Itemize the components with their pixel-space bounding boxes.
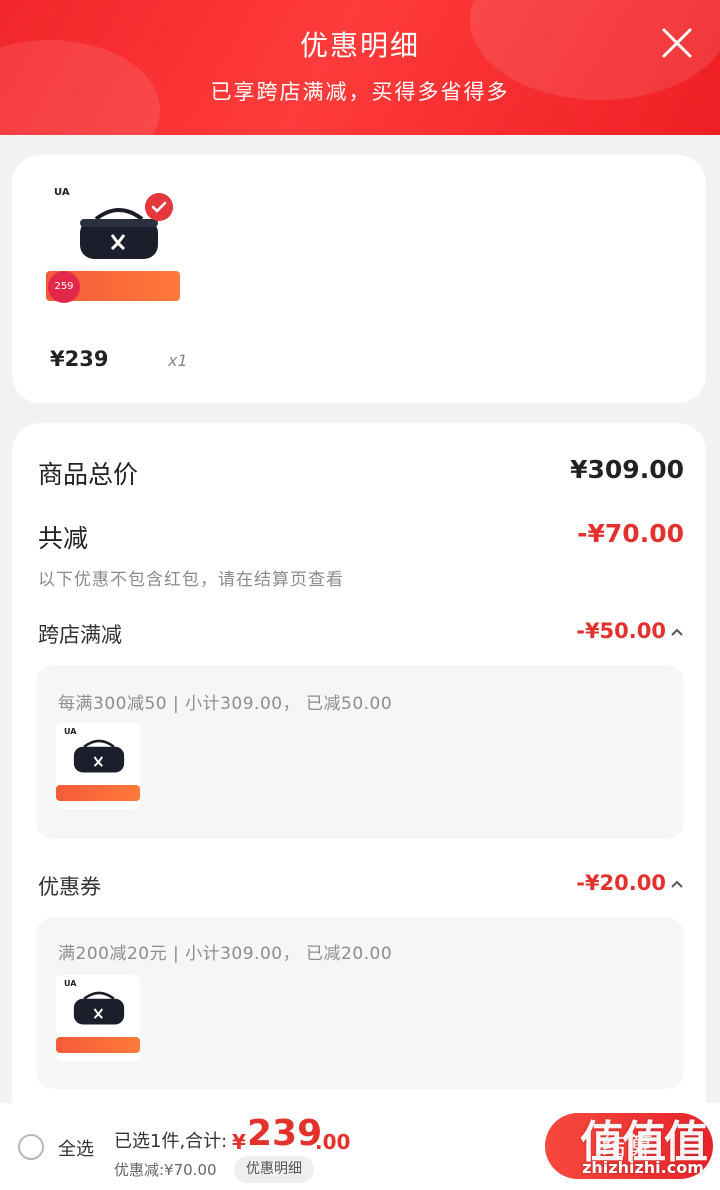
check-icon[interactable]	[145, 193, 173, 221]
discount-summary: 优惠减:¥70.00	[114, 1161, 217, 1179]
chevron-up-icon[interactable]	[670, 625, 684, 639]
product-quantity: x1	[168, 351, 188, 370]
select-all-label[interactable]: 全选	[58, 1135, 94, 1161]
product-card: UA 259 ¥239 x1	[12, 155, 706, 403]
coupon-thumbnail[interactable]: UA	[56, 975, 140, 1061]
cross-store-thumbnail[interactable]: UA	[56, 723, 140, 809]
promo-strip	[56, 785, 140, 801]
total-reduce-value: -¥70.00	[577, 519, 684, 548]
product-price: ¥239	[50, 347, 109, 371]
coupon-label: 优惠券	[38, 875, 101, 899]
total-reduce-label: 共减	[38, 524, 89, 553]
settle-button[interactable]: 结算	[545, 1113, 713, 1179]
total-price-label: 商品总价	[38, 460, 139, 489]
coupon-detail-box: 满200减20元 | 小计309.00， 已减20.00 UA	[36, 917, 684, 1089]
brand-logo: UA	[64, 727, 77, 736]
total-currency: ¥	[232, 1130, 246, 1154]
cross-store-detail-box: 每满300减50 | 小计309.00， 已减50.00 UA	[36, 665, 684, 839]
cross-store-label: 跨店满减	[38, 623, 122, 647]
discount-detail-header: 优惠明细 已享跨店满减，买得多省得多	[0, 0, 720, 135]
select-all-radio[interactable]	[18, 1134, 44, 1160]
total-decimal: .00	[315, 1130, 351, 1154]
page-subtitle: 已享跨店满减，买得多省得多	[210, 80, 510, 104]
discount-detail-button[interactable]: 优惠明细	[234, 1156, 314, 1183]
coupon-detail: 满200减20元 | 小计309.00， 已减20.00	[58, 944, 393, 964]
bag-icon	[73, 991, 125, 1025]
selected-count: 已选1件,合计:	[114, 1131, 228, 1152]
cross-store-detail: 每满300减50 | 小计309.00， 已减50.00	[58, 694, 393, 714]
checkout-bar: 全选 已选1件,合计: ¥ 239 .00 优惠减:¥70.00 优惠明细 结算	[0, 1103, 720, 1190]
chevron-up-icon[interactable]	[670, 877, 684, 891]
cross-store-value[interactable]: -¥50.00	[576, 619, 666, 643]
promo-strip	[56, 1037, 140, 1053]
total-amount: 239	[247, 1113, 323, 1154]
promo-tag: 259	[48, 271, 80, 303]
discount-detail-card: 商品总价 ¥309.00 共减 -¥70.00 以下优惠不包含红包，请在结算页查…	[12, 423, 706, 1123]
red-packet-note: 以下优惠不包含红包，请在结算页查看	[38, 570, 344, 590]
bag-icon	[73, 739, 125, 773]
total-price-value: ¥309.00	[570, 455, 684, 484]
brand-logo: UA	[64, 979, 77, 988]
coupon-value[interactable]: -¥20.00	[576, 871, 666, 895]
page-title: 优惠明细	[299, 29, 420, 62]
close-icon[interactable]	[660, 26, 694, 60]
brand-logo: UA	[54, 187, 70, 198]
